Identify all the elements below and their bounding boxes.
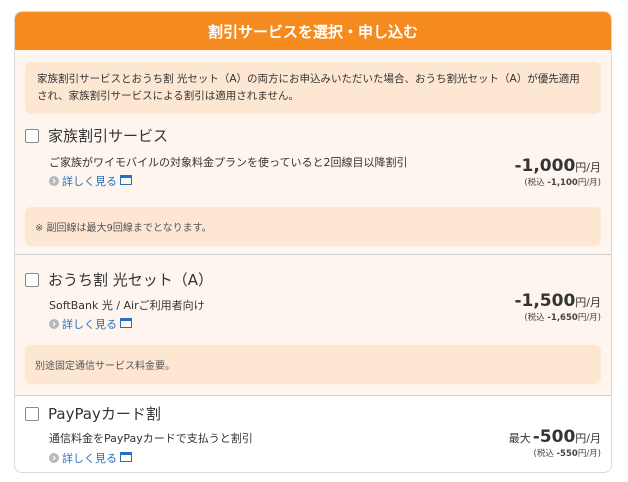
paypay-card-detail-link[interactable]: 詳しく見る bbox=[49, 450, 132, 466]
family-price-value: -1,000 bbox=[514, 156, 576, 176]
paypay-price-value: -500 bbox=[532, 427, 576, 447]
hikari-price-unit: 円/月 bbox=[575, 296, 601, 309]
hikari-set-checkbox[interactable] bbox=[25, 272, 39, 287]
discount-item-paypay: PayPayカード割 通信料金をPayPayカードで支払うと割引 詳しく見る 最… bbox=[15, 396, 611, 472]
family-discount-detail-label: 詳しく見る bbox=[62, 175, 117, 188]
family-tax-suffix: 円/月) bbox=[577, 178, 601, 188]
family-discount-checkbox[interactable] bbox=[25, 128, 39, 143]
hikari-price-tax: (税込 -1,650円/月) bbox=[512, 311, 601, 323]
arrow-circle-icon bbox=[49, 176, 59, 186]
family-discount-note-text: ※ 副回線は最大9回線までとなります。 bbox=[35, 223, 212, 234]
family-price-tax: (税込 -1,100円/月) bbox=[512, 176, 601, 188]
window-icon bbox=[120, 317, 132, 331]
family-price-unit: 円/月 bbox=[575, 161, 601, 174]
window-icon bbox=[120, 174, 132, 188]
hikari-set-detail-label: 詳しく見る bbox=[62, 318, 117, 331]
family-discount-description: ご家族がワイモバイルの対象料金プランを使っていると2回線目以降割引 bbox=[49, 156, 408, 169]
panel-title: 割引サービスを選択・申し込む bbox=[207, 22, 418, 41]
hikari-set-option[interactable]: おうち割 光セット（A） bbox=[25, 269, 213, 290]
hikari-set-note-text: 別途固定通信サービス料金要。 bbox=[35, 361, 175, 372]
hikari-set-title: おうち割 光セット（A） bbox=[48, 271, 214, 289]
arrow-circle-icon bbox=[49, 453, 59, 463]
discount-service-panel: 割引サービスを選択・申し込む 家族割引サービスとおうち割 光セット（A）の両方に… bbox=[14, 11, 612, 473]
panel-header: 割引サービスを選択・申し込む bbox=[15, 12, 611, 50]
arrow-circle-icon bbox=[49, 319, 59, 329]
paypay-price-prefix: 最大 bbox=[508, 432, 531, 445]
hikari-set-price: -1,500円/月 (税込 -1,650円/月) bbox=[512, 291, 601, 323]
divider bbox=[15, 254, 611, 255]
hikari-set-detail-link[interactable]: 詳しく見る bbox=[49, 316, 132, 332]
window-icon bbox=[120, 451, 132, 465]
family-tax-value: -1,100 bbox=[547, 178, 578, 188]
hikari-tax-suffix: 円/月) bbox=[577, 313, 601, 323]
paypay-price-unit: 円/月 bbox=[575, 432, 601, 445]
paypay-card-checkbox[interactable] bbox=[25, 406, 39, 421]
hikari-tax-value: -1,650 bbox=[547, 313, 578, 323]
family-discount-title: 家族割引サービス bbox=[48, 127, 169, 145]
family-discount-option[interactable]: 家族割引サービス bbox=[25, 125, 168, 146]
hikari-set-description: SoftBank 光 / Airご利用者向け bbox=[49, 299, 205, 312]
hikari-price-value: -1,500 bbox=[514, 291, 576, 311]
priority-notice: 家族割引サービスとおうち割 光セット（A）の両方にお申込みいただいた場合、おうち… bbox=[25, 62, 601, 114]
family-discount-price: -1,000円/月 (税込 -1,100円/月) bbox=[512, 156, 601, 188]
hikari-tax-prefix: (税込 bbox=[524, 313, 548, 323]
paypay-tax-prefix: (税込 bbox=[533, 449, 557, 459]
paypay-card-title: PayPayカード割 bbox=[48, 405, 161, 423]
hikari-set-note: 別途固定通信サービス料金要。 bbox=[25, 345, 601, 384]
paypay-card-detail-label: 詳しく見る bbox=[62, 452, 117, 465]
family-tax-prefix: (税込 bbox=[524, 178, 548, 188]
paypay-card-description: 通信料金をPayPayカードで支払うと割引 bbox=[49, 432, 253, 445]
paypay-price-tax: (税込 -550円/月) bbox=[509, 447, 602, 459]
paypay-card-price: 最大 -500円/月 (税込 -550円/月) bbox=[509, 427, 601, 459]
paypay-card-option[interactable]: PayPayカード割 bbox=[25, 403, 161, 424]
paypay-tax-value: -550 bbox=[556, 449, 578, 459]
paypay-tax-suffix: 円/月) bbox=[577, 449, 601, 459]
family-discount-note: ※ 副回線は最大9回線までとなります。 bbox=[25, 207, 601, 246]
family-discount-detail-link[interactable]: 詳しく見る bbox=[49, 173, 132, 189]
priority-notice-text: 家族割引サービスとおうち割 光セット（A）の両方にお申込みいただいた場合、おうち… bbox=[37, 73, 580, 102]
